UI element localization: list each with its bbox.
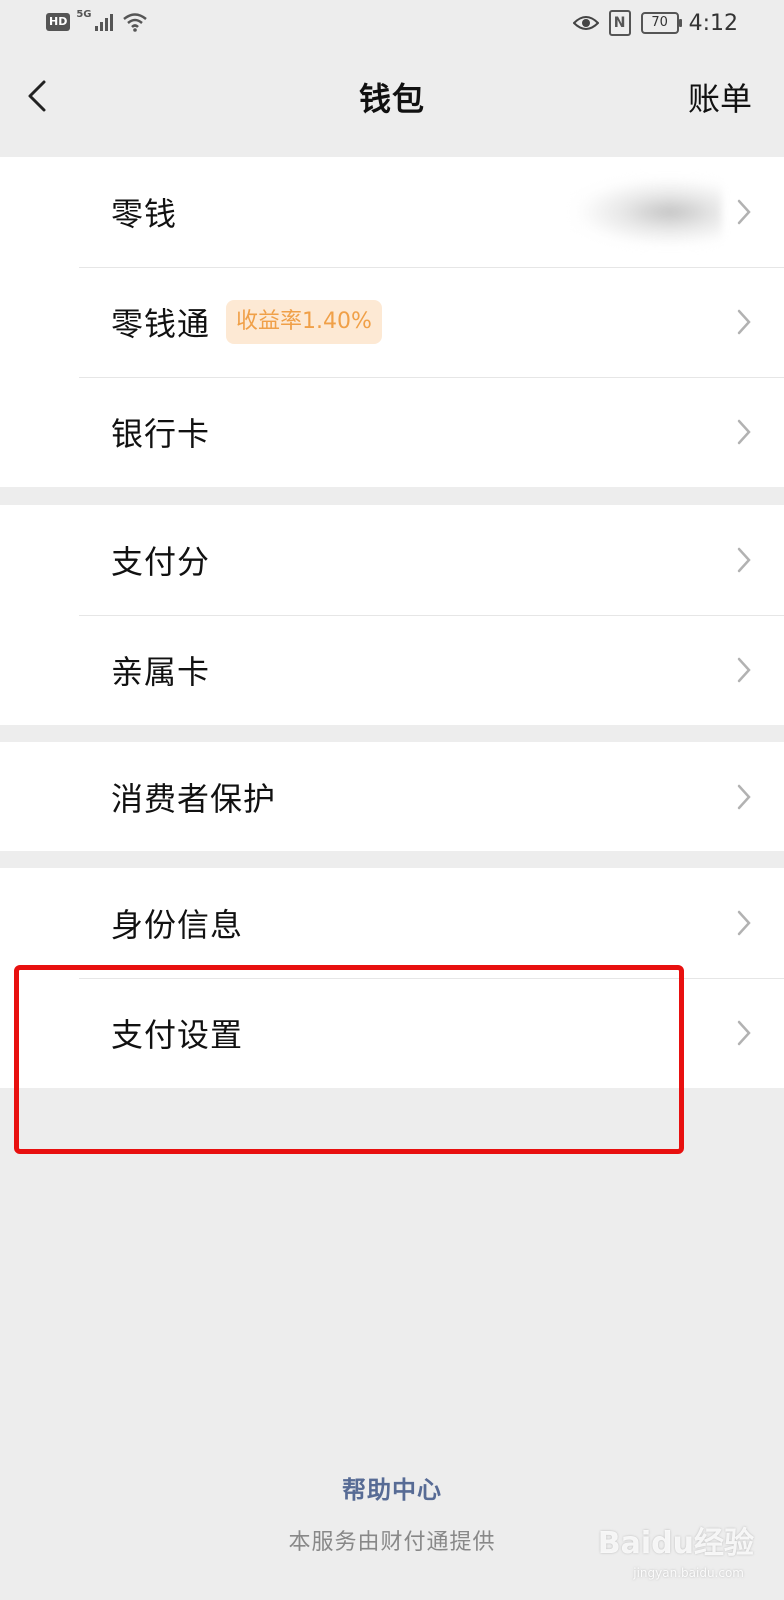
watermark-logo: Baidu经验 xyxy=(597,1526,754,1561)
hd-icon: HD xyxy=(46,13,71,31)
item-label: 支付分 xyxy=(111,543,211,581)
status-bar: HD 5G N 70 4:12 xyxy=(0,0,784,48)
signal-icon xyxy=(94,14,113,31)
chevron-right-icon xyxy=(737,1020,751,1046)
wifi-icon xyxy=(122,13,147,32)
chevron-right-icon xyxy=(737,309,751,335)
wallet-section-3: 消费者保护 xyxy=(0,742,784,851)
item-label: 身份信息 xyxy=(111,906,244,944)
status-left: HD 5G xyxy=(46,8,148,32)
page-title: 钱包 xyxy=(358,80,425,118)
clock: 4:12 xyxy=(688,10,738,36)
help-center-link[interactable]: 帮助中心 xyxy=(0,1470,784,1505)
chevron-right-icon xyxy=(737,910,751,936)
chevron-right-icon xyxy=(737,199,751,225)
status-right: N 70 4:12 xyxy=(572,10,738,36)
watermark-url: jingyan.baidu.com xyxy=(633,1566,744,1580)
wallet-section-2: 支付分 亲属卡 xyxy=(0,505,784,725)
list-item-change-plus[interactable]: 零钱通 收益率1.40% xyxy=(0,267,784,377)
list-item-bank-card[interactable]: 银行卡 xyxy=(0,377,784,487)
item-label: 消费者保护 xyxy=(111,779,277,818)
chevron-right-icon xyxy=(737,419,751,445)
balance-value-blurred xyxy=(572,177,722,247)
yield-rate-badge: 收益率1.40% xyxy=(226,300,382,344)
highlight-annotation xyxy=(14,965,684,1154)
eye-icon xyxy=(572,16,599,30)
chevron-right-icon xyxy=(737,784,751,809)
item-label: 零钱 xyxy=(111,195,178,233)
list-item-family-card[interactable]: 亲属卡 xyxy=(0,615,784,725)
bill-button[interactable]: 账单 xyxy=(688,74,752,120)
chevron-right-icon xyxy=(737,657,751,683)
network-type: 5G xyxy=(76,8,92,20)
battery-icon: 70 xyxy=(640,12,682,34)
item-label: 零钱通 xyxy=(111,305,211,343)
list-item-change[interactable]: 零钱 xyxy=(0,157,784,267)
item-label: 亲属卡 xyxy=(111,653,211,691)
list-item-identity-info[interactable]: 身份信息 xyxy=(0,868,784,978)
item-label: 银行卡 xyxy=(111,415,211,453)
wallet-section-1: 零钱 零钱通 收益率1.40% 银行卡 xyxy=(0,157,784,487)
nfc-icon: N xyxy=(608,10,631,36)
nav-bar: 钱包 账单 xyxy=(0,48,784,144)
list-item-consumer-protection[interactable]: 消费者保护 xyxy=(0,742,784,851)
chevron-right-icon xyxy=(737,547,751,573)
list-item-pay-score[interactable]: 支付分 xyxy=(0,505,784,615)
